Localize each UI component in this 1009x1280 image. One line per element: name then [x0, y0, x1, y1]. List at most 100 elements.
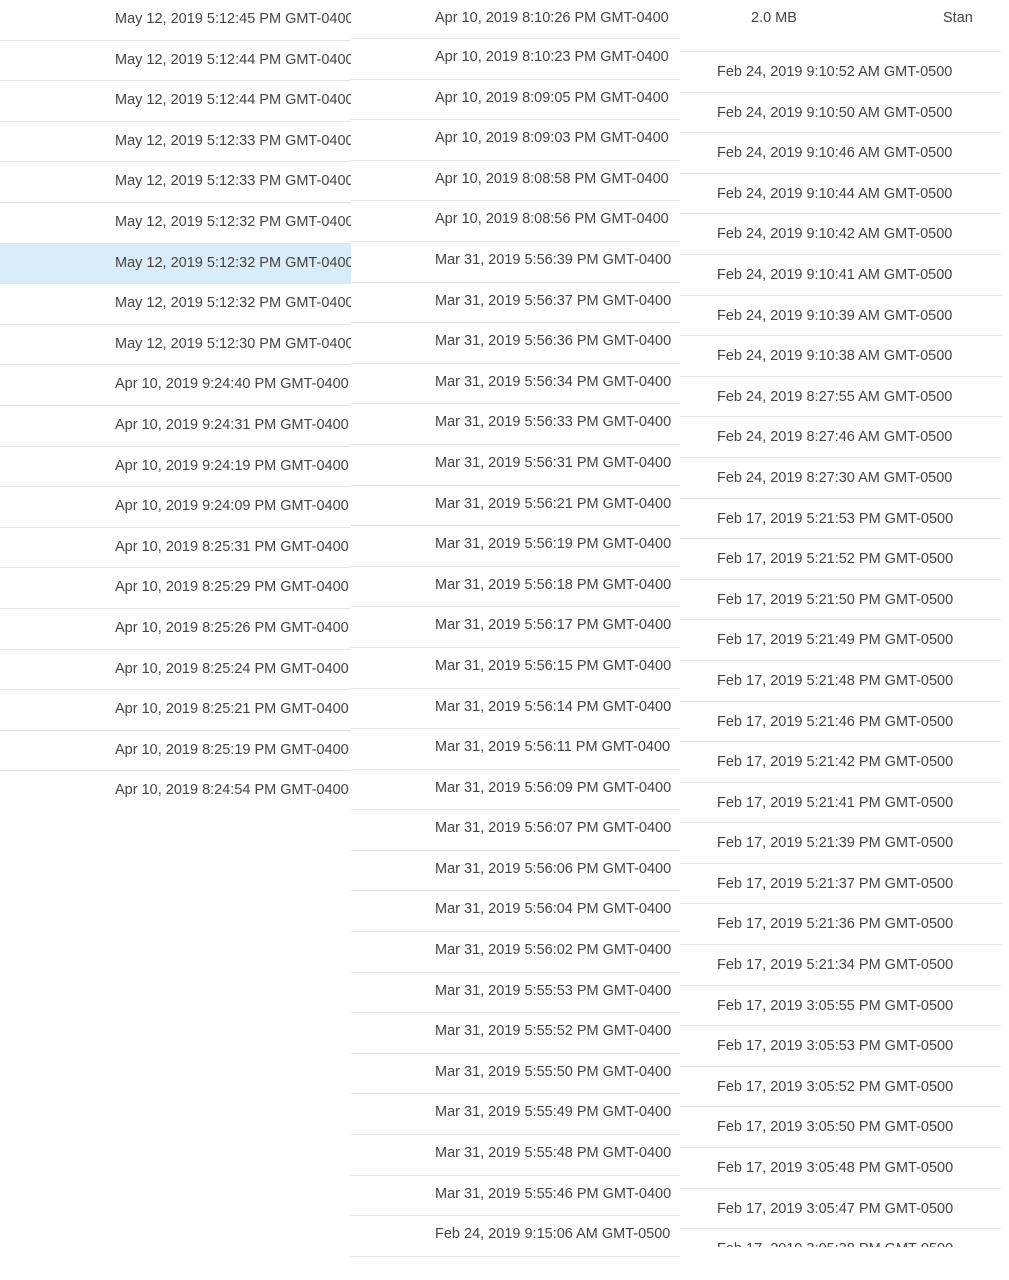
table-row[interactable]: Feb 17, 2019 5:21:52 PM GMT-0500 — [680, 539, 1001, 580]
table-row[interactable]: May 12, 2019 5:12:33 PM GMT-0400 — [0, 122, 351, 163]
table-row[interactable]: Feb 17, 2019 3:05:55 PM GMT-0500 — [680, 986, 1001, 1027]
table-row[interactable]: Feb 17, 2019 5:21:48 PM GMT-0500 — [680, 661, 1001, 702]
table-row[interactable]: Mar 31, 2019 5:56:11 PM GMT-0400 — [351, 729, 680, 770]
last-modified-date: Feb 17, 2019 5:21:50 PM GMT-0500 — [717, 591, 954, 608]
table-row[interactable]: Feb 24, 2019 9:10:44 AM GMT-0500 — [680, 174, 1001, 215]
table-row[interactable]: May 12, 2019 5:12:33 PM GMT-0400 — [0, 162, 351, 203]
table-row[interactable]: Mar 31, 2019 5:56:17 PM GMT-0400 — [351, 607, 680, 648]
table-row[interactable]: Feb 24, 2019 9:10:50 AM GMT-0500 — [680, 93, 1001, 134]
last-modified-date: Feb 24, 2019 9:10:42 AM GMT-0500 — [717, 226, 953, 243]
table-row[interactable]: Apr 10, 2019 9:24:19 PM GMT-0400 — [0, 447, 351, 488]
last-modified-date: Mar 31, 2019 5:55:52 PM GMT-0400 — [435, 1023, 672, 1040]
table-row[interactable]: Apr 10, 2019 8:25:29 PM GMT-0400 — [0, 568, 351, 609]
table-row[interactable]: Apr 10, 2019 8:25:19 PM GMT-0400 — [0, 731, 351, 772]
table-row[interactable]: Feb 17, 2019 3:05:52 PM GMT-0500 — [680, 1067, 1001, 1108]
table-row[interactable]: Feb 17, 2019 5:21:49 PM GMT-0500 — [680, 620, 1001, 661]
table-row[interactable]: Apr 10, 2019 9:24:09 PM GMT-0400 — [0, 487, 351, 528]
table-row[interactable]: Feb 17, 2019 5:21:46 PM GMT-0500 — [680, 702, 1001, 743]
table-row[interactable]: Apr 10, 2019 8:09:05 PM GMT-0400 — [351, 80, 680, 121]
table-row[interactable]: Mar 31, 2019 5:56:15 PM GMT-0400 — [351, 648, 680, 689]
table-row[interactable]: Feb 24, 2019 8:27:55 AM GMT-0500 — [680, 377, 1001, 418]
table-row[interactable]: Feb 17, 2019 5:21:41 PM GMT-0500 — [680, 783, 1001, 824]
table-row[interactable]: Mar 31, 2019 5:56:06 PM GMT-0400 — [351, 851, 680, 892]
table-row[interactable]: Apr 10, 2019 8:25:26 PM GMT-0400 — [0, 609, 351, 650]
table-row[interactable]: Feb 24, 2019 9:10:46 AM GMT-0500 — [680, 133, 1001, 174]
last-modified-date: Mar 31, 2019 5:56:18 PM GMT-0400 — [435, 576, 672, 593]
table-row[interactable]: Mar 31, 2019 5:55:52 PM GMT-0400 — [351, 1013, 680, 1054]
table-row[interactable]: Feb 24, 2019 9:10:38 AM GMT-0500 — [680, 336, 1001, 377]
table-row[interactable]: Mar 31, 2019 5:55:48 PM GMT-0400 — [351, 1135, 680, 1176]
table-row[interactable]: Mar 31, 2019 5:55:49 PM GMT-0400 — [351, 1094, 680, 1136]
last-modified-date: Mar 31, 2019 5:56:06 PM GMT-0400 — [435, 860, 672, 877]
last-modified-date: Feb 24, 2019 8:27:55 AM GMT-0500 — [717, 388, 953, 405]
table-row[interactable]: Apr 10, 2019 8:10:23 PM GMT-0400 — [351, 39, 680, 80]
table-row[interactable]: Apr 10, 2019 9:24:31 PM GMT-0400 — [0, 406, 351, 447]
table-row[interactable]: Apr 10, 2019 8:09:03 PM GMT-0400 — [351, 120, 680, 161]
file-list-panel-middle: Apr 10, 2019 8:10:26 PM GMT-04002.0 MBAp… — [351, 0, 680, 1262]
table-row[interactable]: Feb 24, 2019 9:15:06 AM GMT-0500 — [351, 1216, 680, 1257]
table-row[interactable]: Mar 31, 2019 5:56:18 PM GMT-0400 — [351, 567, 680, 608]
last-modified-date: Apr 10, 2019 9:24:09 PM GMT-0400 — [115, 498, 349, 515]
table-row[interactable]: Mar 31, 2019 5:56:04 PM GMT-0400 — [351, 891, 680, 933]
table-row[interactable]: Feb 17, 2019 5:21:39 PM GMT-0500 — [680, 823, 1001, 864]
table-row[interactable]: Mar 31, 2019 5:55:53 PM GMT-0400 — [351, 973, 680, 1014]
last-modified-date: Mar 31, 2019 5:56:11 PM GMT-0400 — [435, 739, 671, 756]
table-row[interactable]: Apr 10, 2019 8:10:26 PM GMT-04002.0 MB — [351, 0, 680, 39]
table-row[interactable]: Feb 24, 2019 9:10:42 AM GMT-0500 — [680, 214, 1001, 255]
last-modified-date: Feb 17, 2019 3:05:53 PM GMT-0500 — [717, 1038, 954, 1055]
table-row[interactable]: May 12, 2019 5:12:44 PM GMT-0400 — [0, 41, 351, 82]
table-row[interactable]: 2.0 MB Stan — [680, 0, 1001, 52]
table-row[interactable]: Mar 31, 2019 5:56:34 PM GMT-0400 — [351, 364, 680, 405]
table-row[interactable]: Feb 17, 2019 3:05:53 PM GMT-0500 — [680, 1026, 1001, 1067]
table-row[interactable]: May 12, 2019 5:12:45 PM GMT-0400 — [0, 0, 351, 41]
table-row[interactable]: Mar 31, 2019 5:56:31 PM GMT-0400 — [351, 445, 680, 486]
last-modified-date: Apr 10, 2019 8:25:26 PM GMT-0400 — [115, 619, 349, 636]
last-modified-date: Feb 17, 2019 3:05:38 PM GMT-0500 — [717, 1241, 953, 1247]
table-row[interactable]: Apr 10, 2019 8:08:58 PM GMT-0400 — [351, 161, 680, 202]
table-row[interactable]: Apr 10, 2019 9:24:40 PM GMT-0400 — [0, 365, 351, 406]
table-row[interactable]: Feb 17, 2019 3:05:50 PM GMT-0500 — [680, 1107, 1001, 1149]
table-row[interactable]: Feb 24, 2019 8:27:30 AM GMT-0500 — [680, 458, 1001, 499]
table-row[interactable]: Feb 17, 2019 3:05:47 PM GMT-0500 — [680, 1189, 1001, 1230]
table-row[interactable]: Mar 31, 2019 5:56:14 PM GMT-0400 — [351, 689, 680, 730]
last-modified-date: Mar 31, 2019 5:56:37 PM GMT-0400 — [435, 292, 672, 309]
table-row[interactable]: Apr 10, 2019 8:24:54 PM GMT-0400 — [0, 771, 351, 812]
table-row[interactable]: Feb 17, 2019 3:05:38 PM GMT-0500 — [680, 1229, 1001, 1247]
table-row[interactable]: Mar 31, 2019 5:55:46 PM GMT-0400 — [351, 1176, 680, 1217]
table-row[interactable]: Feb 17, 2019 5:21:50 PM GMT-0500 — [680, 580, 1001, 621]
table-row[interactable]: Mar 31, 2019 5:56:02 PM GMT-0400 — [351, 932, 680, 973]
last-modified-date: Feb 17, 2019 5:21:46 PM GMT-0500 — [717, 713, 954, 730]
table-row[interactable]: Mar 31, 2019 5:56:09 PM GMT-0400 — [351, 770, 680, 811]
table-row[interactable]: Apr 10, 2019 8:25:31 PM GMT-0400 — [0, 528, 351, 569]
table-row[interactable]: May 12, 2019 5:12:44 PM GMT-0400 — [0, 81, 351, 122]
table-row[interactable]: Apr 10, 2019 8:25:24 PM GMT-0400 — [0, 650, 351, 691]
table-row[interactable]: May 12, 2019 5:12:32 PM GMT-0400 — [0, 284, 351, 325]
table-row[interactable]: Mar 31, 2019 5:55:50 PM GMT-0400 — [351, 1054, 680, 1095]
table-row[interactable]: Mar 31, 2019 5:56:21 PM GMT-0400 — [351, 486, 680, 527]
table-row[interactable]: Feb 17, 2019 5:21:34 PM GMT-0500 — [680, 945, 1001, 986]
table-row[interactable]: Mar 31, 2019 5:56:39 PM GMT-0400 — [351, 242, 680, 283]
table-row[interactable]: May 12, 2019 5:12:32 PM GMT-0400 — [0, 243, 351, 285]
table-row[interactable]: Feb 17, 2019 5:21:36 PM GMT-0500 — [680, 904, 1001, 946]
last-modified-date: Feb 17, 2019 5:21:34 PM GMT-0500 — [717, 957, 954, 974]
last-modified-date: Apr 10, 2019 8:25:29 PM GMT-0400 — [115, 579, 349, 596]
table-row[interactable]: Feb 24, 2019 8:27:46 AM GMT-0500 — [680, 417, 1001, 458]
table-row[interactable]: Mar 31, 2019 5:56:19 PM GMT-0400 — [351, 526, 680, 567]
table-row[interactable]: Mar 31, 2019 5:56:37 PM GMT-0400 — [351, 283, 680, 324]
table-row[interactable]: Mar 31, 2019 5:56:07 PM GMT-0400 — [351, 810, 680, 851]
table-row[interactable]: Feb 24, 2019 9:10:52 AM GMT-0500 — [680, 52, 1001, 93]
table-row[interactable]: Feb 24, 2019 9:10:39 AM GMT-0500 — [680, 296, 1001, 337]
table-row[interactable]: Mar 31, 2019 5:56:36 PM GMT-0400 — [351, 323, 680, 364]
table-row[interactable]: Mar 31, 2019 5:56:33 PM GMT-0400 — [351, 404, 680, 445]
last-modified-date: Mar 31, 2019 5:56:31 PM GMT-0400 — [435, 454, 672, 471]
table-row[interactable]: Feb 17, 2019 5:21:42 PM GMT-0500 — [680, 742, 1001, 783]
last-modified-date: Feb 24, 2019 8:27:30 AM GMT-0500 — [717, 469, 953, 486]
table-row[interactable]: May 12, 2019 5:12:32 PM GMT-0400 — [0, 203, 351, 244]
table-row[interactable]: Feb 17, 2019 3:05:48 PM GMT-0500 — [680, 1148, 1001, 1189]
table-row[interactable]: May 12, 2019 5:12:30 PM GMT-0400 — [0, 325, 351, 366]
table-row[interactable]: Feb 17, 2019 5:21:53 PM GMT-0500 — [680, 499, 1001, 540]
table-row[interactable]: Feb 17, 2019 5:21:37 PM GMT-0500 — [680, 864, 1001, 905]
table-row[interactable]: Feb 24, 2019 9:10:41 AM GMT-0500 — [680, 255, 1001, 296]
table-row[interactable]: Apr 10, 2019 8:08:56 PM GMT-0400 — [351, 201, 680, 242]
table-row[interactable]: Apr 10, 2019 8:25:21 PM GMT-0400 — [0, 690, 351, 731]
